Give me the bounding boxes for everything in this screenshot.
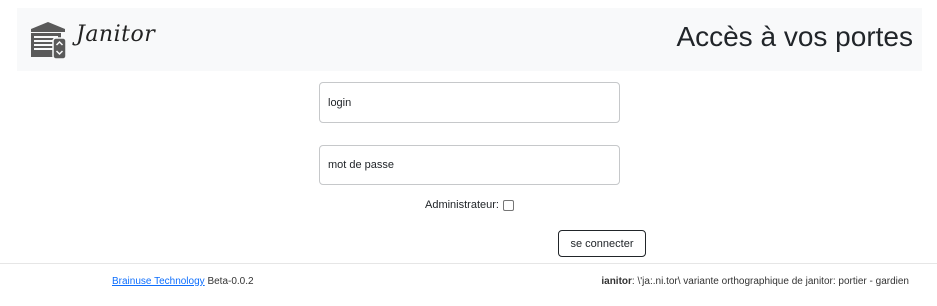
footer-definition: ianitor: \'ja:.ni.tor\ variante orthogra…	[601, 276, 909, 287]
login-input[interactable]	[319, 82, 620, 123]
admin-label: Administrateur:	[425, 199, 499, 211]
password-input[interactable]	[319, 145, 620, 185]
definition-term: ianitor	[601, 276, 632, 287]
brand-name[interactable]: Janitor	[76, 22, 155, 47]
admin-checkbox[interactable]	[502, 199, 514, 211]
version-label: Beta-0.0.2	[207, 276, 254, 287]
definition-text: : \'ja:.ni.tor\ variante orthographique …	[631, 276, 909, 287]
connect-button[interactable]: se connecter	[558, 230, 646, 257]
admin-option: Administrateur:	[425, 198, 514, 212]
company-link[interactable]: Brainuse Technology	[112, 276, 205, 287]
header-bar: Janitor Accès à vos portes	[17, 8, 922, 71]
footer-credits: Brainuse Technology Beta-0.0.2	[112, 276, 254, 287]
page-title: Accès à vos portes	[676, 21, 913, 52]
garage-door-remote-icon[interactable]	[29, 20, 69, 60]
footer-divider	[0, 263, 937, 264]
